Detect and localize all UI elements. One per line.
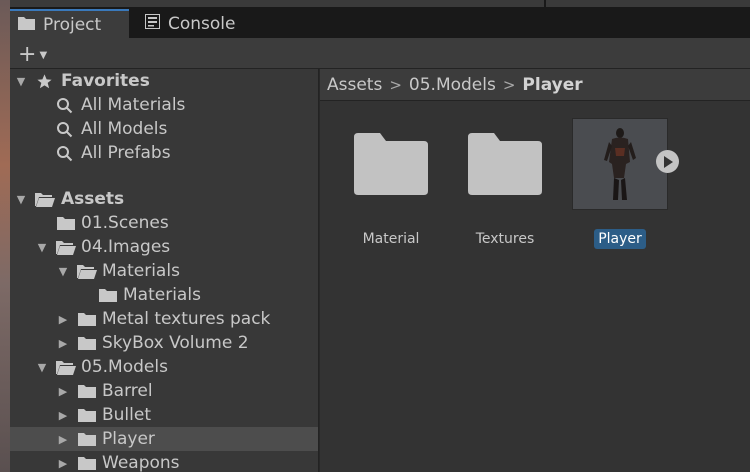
search-icon [56, 145, 73, 162]
folder-icon [78, 456, 96, 470]
collapsed-arrow-icon[interactable]: ▶ [57, 433, 69, 446]
folder-icon [78, 384, 96, 398]
expanded-arrow-icon[interactable]: ▼ [15, 193, 27, 206]
collapsed-arrow-icon[interactable]: ▶ [57, 385, 69, 398]
folder-icon [57, 216, 75, 230]
console-icon [145, 13, 160, 34]
large-folder-icon [457, 118, 553, 210]
tree-item-all-prefabs[interactable]: All Prefabs [10, 141, 318, 165]
folder-icon [78, 408, 96, 422]
top-bar-segment [10, 0, 544, 7]
tree-item-weapons[interactable]: ▶ Weapons [10, 451, 318, 472]
tree-item-label: Player [102, 429, 155, 449]
tree-item-all-models[interactable]: All Models [10, 117, 318, 141]
search-icon [56, 97, 73, 114]
chevron-right-icon: > [389, 75, 402, 94]
project-toolbar: + ▼ [10, 38, 750, 69]
collapsed-arrow-icon[interactable]: ▶ [57, 409, 69, 422]
star-icon [36, 73, 53, 90]
expanded-arrow-icon[interactable]: ▼ [15, 75, 27, 88]
tree-item-label: Favorites [61, 71, 150, 91]
asset-name-selected: Player [562, 229, 678, 249]
window-top-bar [10, 0, 750, 9]
breadcrumb-item-player[interactable]: Player [522, 75, 582, 95]
background-strip [0, 0, 10, 472]
tab-project[interactable]: Project [10, 9, 129, 38]
collapsed-arrow-icon[interactable]: ▶ [57, 313, 69, 326]
collapsed-arrow-icon[interactable]: ▶ [57, 457, 69, 470]
tree-item-label: All Models [81, 119, 168, 139]
tree-item-label: Metal textures pack [102, 309, 271, 329]
tree-item-01-scenes[interactable]: 01.Scenes [10, 211, 318, 235]
tree-item-04-images[interactable]: ▼ 04.Images [10, 235, 318, 259]
folder-icon [78, 312, 96, 326]
tab-console-label: Console [168, 13, 236, 34]
tree-item-label: 01.Scenes [81, 213, 169, 233]
open-folder-icon [35, 192, 55, 207]
collapsed-arrow-icon[interactable]: ▶ [57, 337, 69, 350]
tree-item-label: All Materials [81, 95, 186, 115]
character-figure-icon [604, 128, 636, 200]
folder-icon [78, 432, 96, 446]
tree-item-label: Materials [123, 285, 201, 305]
tree-item-label: Barrel [102, 381, 153, 401]
tree-item-all-materials[interactable]: All Materials [10, 93, 318, 117]
folder-icon [99, 288, 117, 302]
chevron-down-icon: ▼ [39, 50, 48, 61]
tree-item-label: Bullet [102, 405, 152, 425]
folder-icon [78, 336, 96, 350]
chevron-right-icon: > [502, 75, 516, 94]
tree-item-label: Assets [61, 189, 125, 209]
top-bar-segment [546, 0, 750, 7]
tree-item-bullet[interactable]: ▶ Bullet [10, 403, 318, 427]
tab-project-label: Project [43, 14, 102, 35]
expand-asset-button[interactable] [656, 150, 679, 173]
open-folder-icon [56, 360, 76, 375]
tree-item-materials[interactable]: ▼ Materials [10, 259, 318, 283]
tree-item-label: 05.Models [81, 357, 168, 377]
tab-console[interactable]: Console [137, 9, 257, 38]
asset-grid: Material Textures Player [320, 101, 750, 472]
tree-item-label: Weapons [102, 453, 180, 472]
tree-item-assets[interactable]: ▼ Assets [10, 187, 318, 211]
tree-item-label: 04.Images [81, 237, 171, 257]
tree-item-label: All Prefabs [81, 143, 171, 163]
folder-icon [18, 15, 35, 35]
tree-item-materials-sub[interactable]: Materials [10, 283, 318, 307]
plus-icon: + [18, 41, 37, 67]
tree-item-favorites[interactable]: ▼ Favorites [10, 69, 318, 93]
asset-name: Material [362, 231, 420, 247]
breadcrumb: Assets > 05.Models > Player [320, 69, 750, 101]
open-folder-icon [77, 264, 97, 279]
expanded-arrow-icon[interactable]: ▼ [36, 241, 48, 254]
player-model-thumbnail [572, 118, 668, 210]
tree-item-player[interactable]: ▶ Player [10, 427, 318, 451]
tree-item-skybox-volume-2[interactable]: ▶ SkyBox Volume 2 [10, 331, 318, 355]
tree-item-barrel[interactable]: ▶ Barrel [10, 379, 318, 403]
breadcrumb-item-05-models[interactable]: 05.Models [409, 75, 496, 95]
play-icon [663, 155, 673, 168]
asset-name: Textures [475, 231, 535, 247]
large-folder-icon [343, 118, 439, 210]
tab-bar: Project Console [10, 9, 750, 38]
tree-item-label: Materials [102, 261, 180, 281]
tree-item-metal-textures-pack[interactable]: ▶ Metal textures pack [10, 307, 318, 331]
tree-item-05-models[interactable]: ▼ 05.Models [10, 355, 318, 379]
expanded-arrow-icon[interactable]: ▼ [57, 265, 69, 278]
create-button[interactable]: + ▼ [18, 41, 48, 67]
project-tree: ▼ Favorites All Materials All Models All… [10, 69, 319, 472]
open-folder-icon [56, 240, 76, 255]
search-icon [56, 121, 73, 138]
breadcrumb-item-assets[interactable]: Assets [327, 75, 382, 95]
expanded-arrow-icon[interactable]: ▼ [36, 361, 48, 374]
tree-item-label: SkyBox Volume 2 [102, 333, 249, 353]
